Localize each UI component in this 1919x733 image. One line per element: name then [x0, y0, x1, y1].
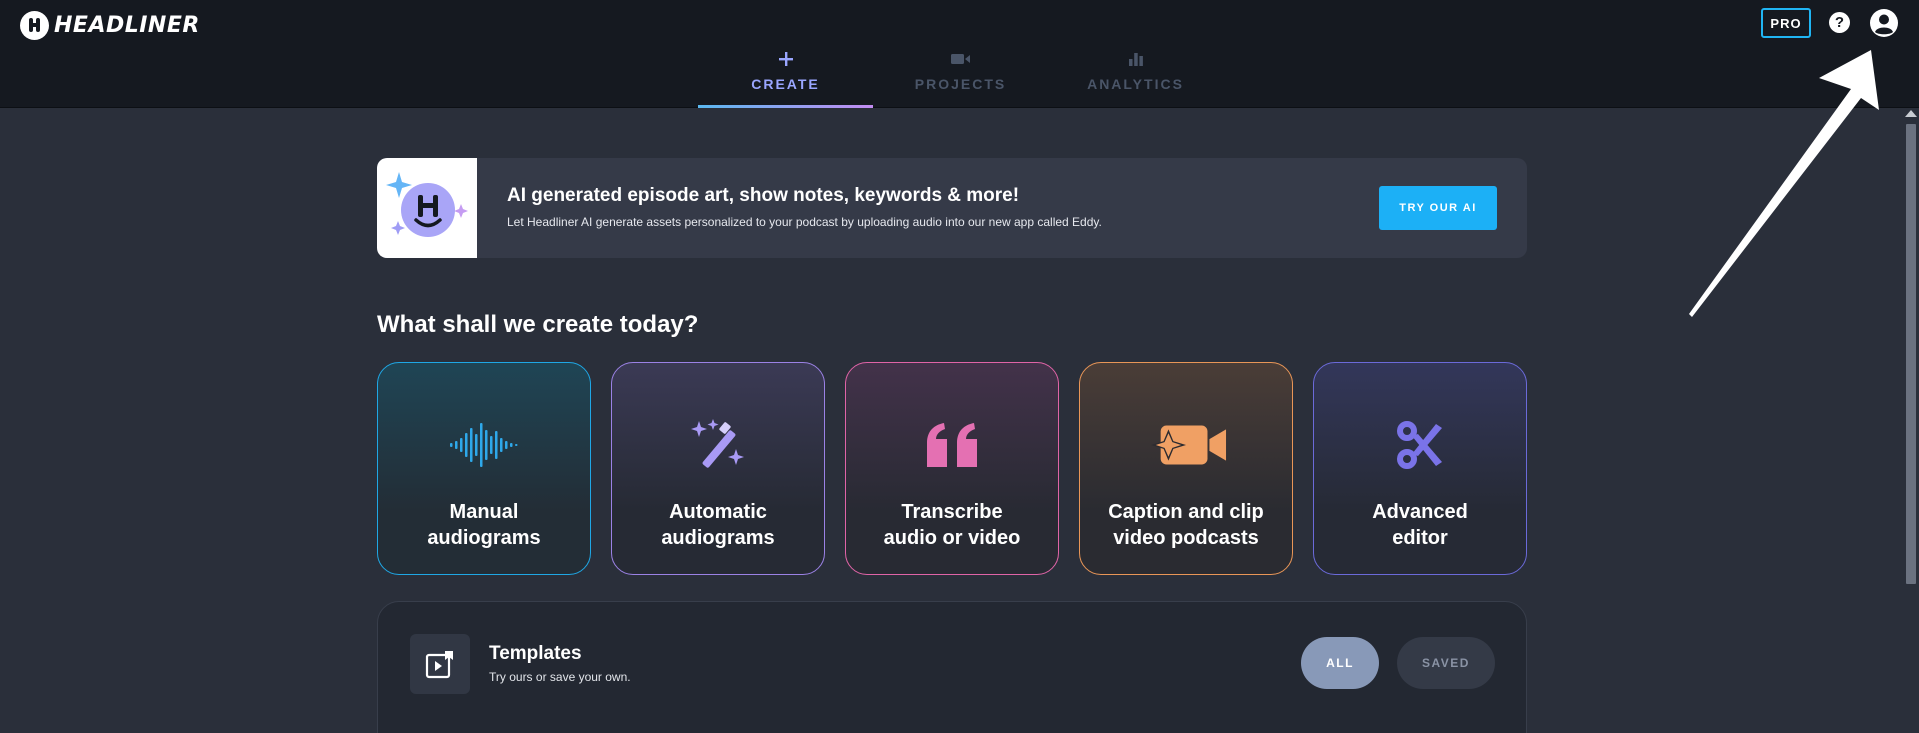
banner-title: AI generated episode art, show notes, ke…: [507, 185, 1020, 206]
templates-panel: Templates Try ours or save your own. ALL…: [377, 601, 1527, 733]
top-bar: HEADLINER CREATE PROJECTS ANALYTICS PRO …: [0, 0, 1919, 108]
advanced-editor-card[interactable]: Advanced editor: [1313, 362, 1527, 575]
logo-text: HEADLINER: [54, 12, 200, 38]
caption-clip-title: Caption and clip video podcasts: [1108, 501, 1264, 549]
filter-saved-button[interactable]: SAVED: [1397, 637, 1495, 689]
scroll-up-arrow-icon[interactable]: [1905, 110, 1917, 117]
create-options: Manual audiograms Automatic audiograms T…: [377, 362, 1527, 575]
advanced-editor-title: Advanced editor: [1372, 501, 1468, 549]
main-nav: CREATE PROJECTS ANALYTICS: [698, 44, 1223, 108]
help-icon[interactable]: ?: [1829, 12, 1850, 33]
pro-badge[interactable]: PRO: [1761, 8, 1811, 38]
pointer-arrow-icon: [1689, 50, 1879, 317]
try-our-ai-button[interactable]: TRY OUR AI: [1379, 186, 1497, 230]
tab-projects[interactable]: PROJECTS: [873, 44, 1048, 108]
ai-promo-banner: AI generated episode art, show notes, ke…: [377, 158, 1527, 258]
tab-analytics-label: ANALYTICS: [1087, 76, 1184, 92]
waveform-icon: [445, 417, 525, 473]
automatic-audiograms-title: Automatic audiograms: [661, 501, 775, 549]
manual-audiograms-title: Manual audiograms: [427, 501, 541, 549]
templates-title: Templates: [489, 643, 582, 664]
create-heading: What shall we create today?: [377, 311, 699, 338]
manual-audiograms-card[interactable]: Manual audiograms: [377, 362, 591, 575]
logo-mark-icon: [20, 10, 49, 40]
video-camera-icon: [950, 50, 971, 68]
automatic-audiograms-card[interactable]: Automatic audiograms: [611, 362, 825, 575]
transcribe-card[interactable]: Transcribe audio or video: [845, 362, 1059, 575]
tab-projects-label: PROJECTS: [914, 76, 1007, 92]
quote-icon: [913, 417, 993, 473]
plus-icon: [778, 50, 793, 68]
headliner-logo[interactable]: HEADLINER: [20, 10, 200, 40]
magic-wand-icon: [679, 417, 759, 473]
scroll-thumb[interactable]: [1906, 124, 1916, 584]
tab-create[interactable]: CREATE: [698, 44, 873, 108]
tab-create-label: CREATE: [751, 76, 820, 92]
user-account-icon[interactable]: [1869, 8, 1899, 38]
templates-subtitle: Try ours or save your own.: [489, 670, 631, 684]
caption-clip-card[interactable]: Caption and clip video podcasts: [1079, 362, 1293, 575]
template-icon: [410, 634, 470, 694]
banner-subtitle: Let Headliner AI generate assets persona…: [507, 215, 1102, 229]
bar-chart-icon: [1128, 50, 1144, 68]
tab-analytics[interactable]: ANALYTICS: [1048, 44, 1223, 108]
filter-all-button[interactable]: ALL: [1301, 637, 1379, 689]
sparkle-video-icon: [1147, 417, 1227, 473]
transcribe-title: Transcribe audio or video: [883, 501, 1021, 549]
eddy-mascot-icon: [377, 158, 477, 258]
scissors-icon: [1381, 417, 1461, 473]
